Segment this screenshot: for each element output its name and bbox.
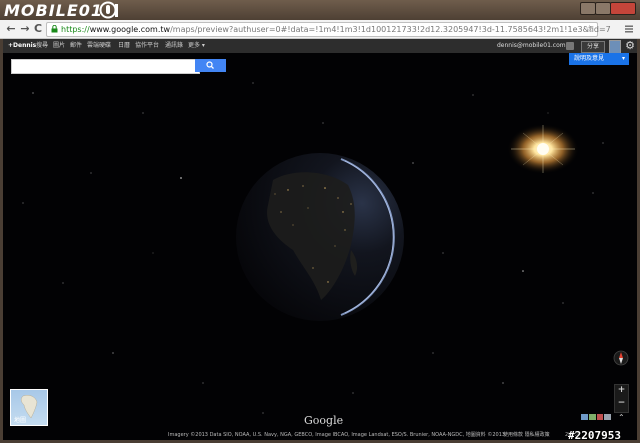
sun-glare: [507, 124, 579, 174]
forward-button[interactable]: →: [19, 22, 31, 36]
notification-icon[interactable]: [566, 42, 574, 50]
account-email[interactable]: dennis@mobile01.com: [497, 39, 566, 53]
search-icon: [206, 61, 214, 69]
layer-thumbnails-icon[interactable]: [581, 413, 611, 421]
reload-button[interactable]: C: [32, 22, 44, 36]
watermark-logo-text: MOBILE01: [4, 1, 104, 20]
minimize-button[interactable]: [580, 2, 596, 15]
search-input[interactable]: [11, 59, 200, 74]
help-feedback-button[interactable]: 說明及意見 ▾: [569, 53, 629, 65]
earth-globe: [236, 153, 404, 321]
gbar-item-plus[interactable]: +Dennis: [8, 39, 36, 53]
back-button[interactable]: ←: [5, 22, 17, 36]
gbar-item-search[interactable]: 搜尋: [36, 39, 48, 53]
search-button[interactable]: [195, 59, 226, 72]
google-bar: +Dennis 搜尋 圖片 郵件 雲端硬碟 日曆 協作平台 通訊錄 更多 ▾ d…: [3, 39, 637, 54]
compass-icon[interactable]: [613, 350, 629, 366]
url-text: https://www.google.com.tw/maps/preview?a…: [61, 25, 611, 34]
copyright-text: Imagery ©2013 Data SIO, NOAA, U.S. Navy,…: [168, 432, 506, 438]
gbar-item-sites[interactable]: 協作平台: [135, 39, 159, 53]
browser-toolbar: ← → C https://www.google.com.tw/maps/pre…: [0, 20, 640, 39]
close-button[interactable]: [610, 2, 636, 15]
share-button[interactable]: 分享: [581, 41, 605, 53]
gbar-item-mail[interactable]: 郵件: [70, 39, 82, 53]
address-bar[interactable]: https://www.google.com.tw/maps/preview?a…: [46, 22, 611, 37]
gear-icon[interactable]: ⚙: [624, 40, 636, 52]
map-view-thumbnail[interactable]: 地圖: [10, 389, 48, 426]
gbar-item-images[interactable]: 圖片: [53, 39, 65, 53]
attribution-bar: Imagery ©2013 Data SIO, NOAA, U.S. Navy,…: [3, 430, 637, 440]
mobile01-logo-icon: [99, 1, 118, 19]
terms-link[interactable]: 使用條款 隱私權政策: [503, 430, 550, 440]
gbar-item-calendar[interactable]: 日曆: [118, 39, 130, 53]
bookmark-star-icon[interactable]: ☆: [585, 23, 594, 36]
browser-window: MOBILE01 ← → C https://www.google.com.tw…: [0, 0, 640, 443]
google-logo: Google: [304, 414, 344, 427]
gbar-item-more[interactable]: 更多 ▾: [188, 39, 205, 53]
avatar[interactable]: [609, 40, 621, 54]
zoom-out-button[interactable]: −: [615, 398, 628, 411]
maximize-button[interactable]: [595, 2, 611, 15]
zoom-control: + −: [614, 384, 629, 413]
lock-icon: [51, 25, 58, 33]
gbar-item-drive[interactable]: 雲端硬碟: [87, 39, 111, 53]
title-bar: MOBILE01: [0, 0, 640, 20]
map-thumbnail-label: 地圖: [14, 417, 27, 424]
gbar-item-contacts[interactable]: 通訊錄: [165, 39, 183, 53]
browser-menu-icon[interactable]: [624, 24, 634, 34]
expand-icon[interactable]: ⌃: [618, 413, 625, 422]
earth-view[interactable]: 說明及意見 ▾ + − 地圖 Google ⌃ Imagery ©2013 Da…: [3, 53, 637, 440]
chevron-down-icon: ▾: [621, 55, 625, 62]
zoom-in-button[interactable]: +: [615, 385, 628, 398]
watermark-id: #2207953: [568, 429, 621, 442]
